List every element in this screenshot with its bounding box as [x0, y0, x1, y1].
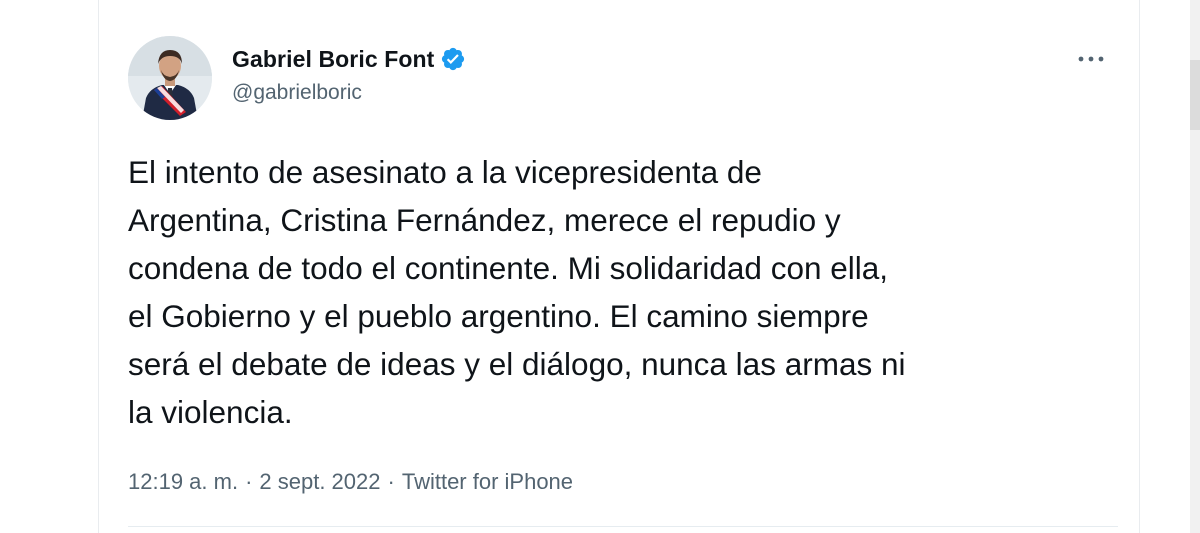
scrollbar[interactable] [1190, 0, 1200, 533]
profile-photo [128, 36, 212, 120]
tweet-metadata: 12:19 a. m. · 2 sept. 2022 · Twitter for… [128, 469, 573, 495]
more-options-button[interactable] [1074, 46, 1108, 72]
verified-badge-icon [440, 46, 466, 72]
more-options-icon [1078, 56, 1104, 62]
meta-separator: · [245, 469, 253, 494]
tweet-time[interactable]: 12:19 a. m. [128, 469, 238, 495]
divider [128, 526, 1118, 527]
scrollbar-thumb[interactable] [1190, 60, 1200, 130]
page: Gabriel Boric Font @gabrielboric El inte… [0, 0, 1200, 533]
meta-separator: · [387, 469, 395, 494]
author-handle[interactable]: @gabrielboric [232, 81, 362, 105]
tweet-date[interactable]: 2 sept. 2022 [259, 469, 380, 495]
tweet-text: El intento de asesinato a la vicepreside… [128, 154, 906, 430]
author-display-name[interactable]: Gabriel Boric Font [232, 46, 434, 73]
tweet-source[interactable]: Twitter for iPhone [402, 469, 573, 495]
avatar[interactable] [128, 36, 212, 120]
author-name-row[interactable]: Gabriel Boric Font [232, 44, 466, 74]
